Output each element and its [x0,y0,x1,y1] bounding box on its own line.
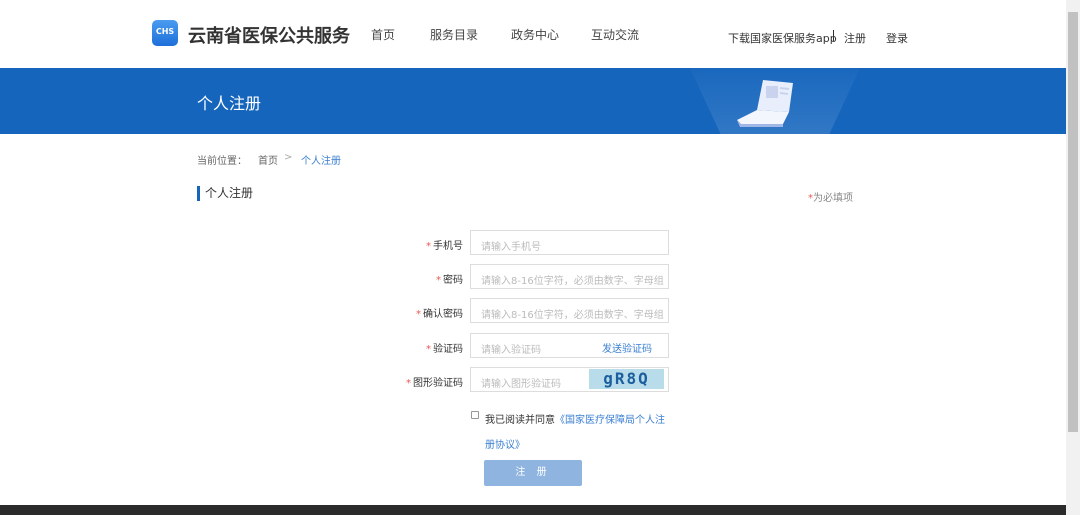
breadcrumb-current: 个人注册 [301,156,341,167]
scrollbar-thumb[interactable] [1068,12,1078,432]
required-note-text: 为必填项 [813,193,853,204]
footer [0,505,1066,515]
required-star: * [416,309,421,320]
label-text: 验证码 [433,344,463,355]
confirm-password-label: * 确认密码 [343,305,463,320]
laptop-icon [737,80,793,127]
label-text: 手机号 [433,241,463,252]
label-text: 图形验证码 [413,378,463,389]
agree-label: 我已阅读并同意 [485,415,555,426]
password-input[interactable]: 请输入8-16位字符，必须由数字、字母组 [470,264,669,289]
register-button[interactable]: 注 册 [484,460,582,486]
required-star: * [406,378,411,389]
required-note: *为必填项 [808,189,853,204]
nav-interaction[interactable]: 互动交流 [591,26,639,43]
login-link[interactable]: 登录 [886,30,908,46]
section-title: 个人注册 [197,186,253,201]
scrollbar[interactable] [1066,0,1080,515]
password-label: * 密码 [343,271,463,286]
send-code-button[interactable]: 发送验证码 [602,340,652,355]
required-star: * [426,344,431,355]
agree-checkbox[interactable] [471,411,479,419]
header: CHS 云南省医保公共服务 首页 服务目录 政务中心 互动交流 下载国家医保服务… [0,0,1066,68]
divider [833,30,834,41]
banner: 个人注册 [0,68,1066,134]
logo[interactable]: CHS [152,20,178,46]
breadcrumb-home[interactable]: 首页 [258,152,278,167]
required-star: * [436,275,441,286]
breadcrumb-separator: > [284,152,293,163]
sms-code-label: * 验证码 [343,340,463,355]
site-title[interactable]: 云南省医保公共服务 [188,22,350,48]
register-link[interactable]: 注册 [844,30,866,46]
captcha-label: * 图形验证码 [343,374,463,389]
label-text: 确认密码 [423,309,463,320]
agreement-text: 我已阅读并同意《国家医疗保障局个人注册协议》 [485,408,670,458]
phone-label: * 手机号 [343,237,463,252]
label-text: 密码 [443,275,463,286]
download-app-link[interactable]: 下载国家医保服务app [728,30,837,46]
confirm-password-input[interactable]: 请输入8-16位字符，必须由数字、字母组 [470,298,669,323]
captcha-image[interactable]: gR8Q [589,369,664,389]
breadcrumb-prefix: 当前位置： [197,156,247,167]
required-star: * [426,241,431,252]
phone-input[interactable]: 请输入手机号 [470,230,669,255]
nav-government-center[interactable]: 政务中心 [511,26,559,43]
nav-service-catalog[interactable]: 服务目录 [430,26,478,43]
nav-home[interactable]: 首页 [371,26,395,43]
banner-title: 个人注册 [197,94,262,113]
